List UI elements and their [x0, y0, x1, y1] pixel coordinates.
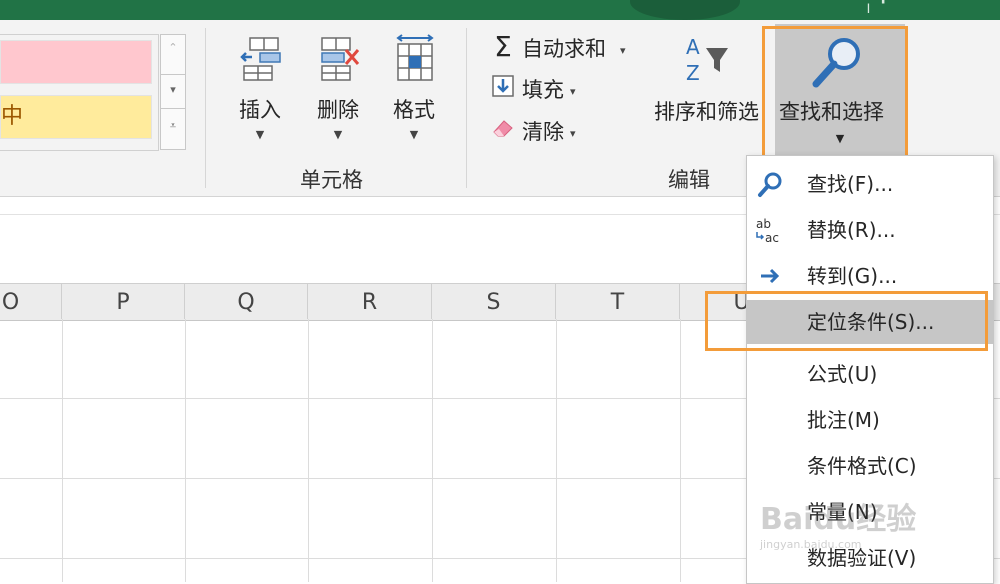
cells-group-label: 单元格 [300, 168, 363, 192]
column-header-t[interactable]: T [556, 283, 680, 319]
edit-group-label: 编辑 [668, 168, 710, 192]
ribbon-divider [205, 28, 206, 188]
menu-item-find[interactable]: 查找(F)... [747, 162, 993, 206]
insert-label: 插入 [239, 98, 281, 122]
arrow-right-icon [761, 268, 780, 284]
menu-item-label: 替换(R)... [807, 218, 896, 242]
ribbon-divider [466, 28, 467, 188]
grid-line [185, 319, 186, 582]
column-header-r[interactable]: R [308, 283, 432, 319]
chevron-down-icon: ▾ [620, 43, 626, 57]
menu-item-notes[interactable]: 批注(M) [747, 398, 993, 442]
menu-item-label: 批注(M) [807, 408, 880, 432]
grid-line [556, 319, 557, 582]
svg-text:ab: ab [756, 217, 771, 231]
grid-line [308, 319, 309, 582]
style-bad[interactable] [0, 40, 152, 84]
style-neutral-label: 中 [1, 104, 24, 129]
delete-button[interactable]: 删除 ▼ [308, 30, 368, 150]
gallery-scroll-down-button[interactable]: ▾ [160, 74, 186, 110]
clear-label: 清除 [522, 120, 564, 144]
format-button[interactable]: 格式 ▼ [384, 30, 444, 150]
autosum-button[interactable]: Σ 自动求和 ▾ [490, 30, 626, 63]
sort-filter-icon: A Z [686, 35, 728, 85]
highlight-frame [762, 26, 908, 166]
fill-button[interactable]: 填充 ▾ [490, 74, 576, 104]
format-cells-icon [396, 34, 434, 81]
replace-icon: ab ac [756, 217, 779, 244]
column-header-o[interactable]: O [0, 283, 62, 319]
menu-item-label: 公式(U) [807, 362, 878, 386]
delete-label: 删除 [317, 98, 359, 122]
chevron-down-icon: ▼ [333, 128, 343, 141]
fill-label: 填充 [522, 78, 564, 102]
chevron-down-icon: ▾ [570, 126, 576, 140]
gallery-scroll-up-button[interactable]: ⌃ [160, 34, 186, 76]
watermark-subtext: jingyan.baidu.com [760, 538, 862, 551]
sort-filter-button[interactable]: A Z 排序和筛选 [650, 30, 770, 160]
clear-button[interactable]: 清除 ▾ [490, 116, 576, 146]
menu-item-label: 条件格式(C) [807, 454, 917, 478]
chevron-down-icon: ▾ [570, 84, 576, 98]
format-label: 格式 [393, 98, 435, 122]
svg-text:ac: ac [765, 231, 779, 244]
autosum-label: 自动求和 [522, 37, 606, 61]
delete-cells-icon [321, 37, 360, 81]
grid-line [680, 319, 681, 582]
watermark-text: Baidu经验 [760, 502, 917, 537]
title-bar: ╷ ╹ [0, 0, 1000, 20]
column-header-s[interactable]: S [432, 283, 556, 319]
highlight-frame [705, 291, 988, 351]
column-header-p[interactable]: P [62, 283, 185, 319]
sigma-icon: Σ [494, 30, 512, 63]
svg-text:Z: Z [686, 61, 700, 85]
menu-item-label: 查找(F)... [807, 172, 894, 196]
chevron-down-icon: ▼ [255, 128, 265, 141]
style-neutral[interactable]: 中 [0, 95, 152, 139]
menu-item-replace[interactable]: ab ac 替换(R)... [747, 208, 993, 252]
grid-line [432, 319, 433, 582]
menu-item-label: 转到(G)... [807, 264, 898, 288]
sort-filter-label: 排序和筛选 [654, 100, 759, 124]
fill-down-icon [490, 75, 516, 102]
insert-cells-icon [240, 37, 281, 81]
svg-text:A: A [686, 35, 700, 59]
search-icon [758, 172, 782, 197]
eraser-icon [490, 117, 516, 144]
gallery-more-button[interactable]: ⩡ [160, 108, 186, 150]
menu-item-conditional-formatting[interactable]: 条件格式(C) [747, 444, 993, 488]
column-header-q[interactable]: Q [185, 283, 308, 319]
insert-button[interactable]: 插入 ▼ [230, 30, 290, 150]
menu-item-formulas[interactable]: 公式(U) [747, 352, 993, 396]
chevron-down-icon: ▼ [409, 128, 419, 141]
watermark: Baidu经验 jingyan.baidu.com [760, 494, 950, 551]
grid-line [62, 319, 63, 582]
